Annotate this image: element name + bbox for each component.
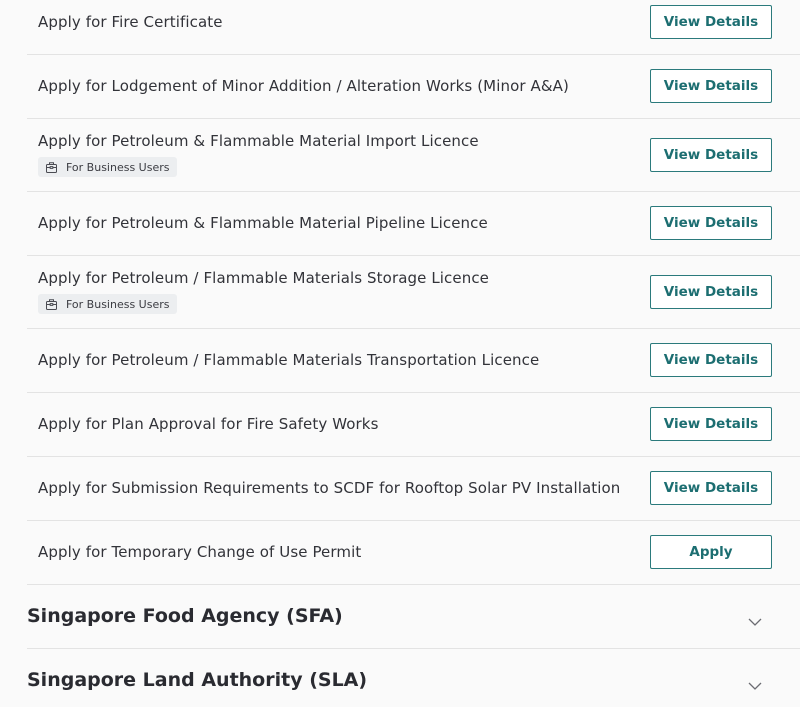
chevron-down-icon[interactable]	[748, 675, 762, 694]
business-users-badge: For Business Users	[38, 294, 177, 314]
service-title: Apply for Petroleum / Flammable Material…	[38, 351, 540, 369]
business-users-badge: For Business Users	[38, 157, 177, 177]
briefcase-icon	[46, 161, 57, 173]
service-label-wrap: Apply for Lodgement of Minor Addition / …	[38, 77, 569, 95]
view-details-button[interactable]: View Details	[650, 69, 772, 103]
service-list: Apply for Fire Certificate View Details …	[27, 0, 800, 585]
service-label-wrap: Apply for Petroleum & Flammable Material…	[38, 132, 479, 177]
service-title: Apply for Submission Requirements to SCD…	[38, 479, 621, 497]
service-title: Apply for Petroleum / Flammable Material…	[38, 269, 489, 287]
badge-label: For Business Users	[66, 160, 170, 174]
badge-label: For Business Users	[66, 297, 170, 311]
agency-accordion-sla[interactable]: Singapore Land Authority (SLA)	[27, 649, 800, 707]
service-label-wrap: Apply for Petroleum / Flammable Material…	[38, 351, 539, 369]
service-row: Apply for Temporary Change of Use Permit…	[27, 521, 800, 585]
apply-button[interactable]: Apply	[650, 535, 772, 569]
view-details-button[interactable]: View Details	[650, 206, 772, 240]
agency-title: Singapore Land Authority (SLA)	[27, 669, 368, 691]
agency-accordion-sfa[interactable]: Singapore Food Agency (SFA)	[27, 585, 800, 649]
service-row: Apply for Plan Approval for Fire Safety …	[27, 393, 800, 457]
service-label-wrap: Apply for Fire Certificate	[38, 13, 223, 31]
service-label-wrap: Apply for Temporary Change of Use Permit	[38, 543, 361, 561]
view-details-button[interactable]: View Details	[650, 5, 772, 39]
service-row: Apply for Petroleum / Flammable Material…	[27, 256, 800, 329]
service-label-wrap: Apply for Plan Approval for Fire Safety …	[38, 415, 379, 433]
service-label-wrap: Apply for Petroleum & Flammable Material…	[38, 214, 488, 232]
service-label-wrap: Apply for Petroleum / Flammable Material…	[38, 269, 489, 314]
service-row: Apply for Petroleum & Flammable Material…	[27, 119, 800, 192]
briefcase-icon	[46, 298, 57, 310]
view-details-button[interactable]: View Details	[650, 275, 772, 309]
service-title: Apply for Plan Approval for Fire Safety …	[38, 415, 379, 433]
service-title: Apply for Petroleum & Flammable Material…	[38, 214, 488, 232]
service-title: Apply for Lodgement of Minor Addition / …	[38, 77, 569, 95]
agency-title: Singapore Food Agency (SFA)	[27, 605, 343, 627]
view-details-button[interactable]: View Details	[650, 471, 772, 505]
service-row: Apply for Petroleum / Flammable Material…	[27, 329, 800, 393]
view-details-button[interactable]: View Details	[650, 138, 772, 172]
service-title: Apply for Fire Certificate	[38, 13, 223, 31]
chevron-down-icon[interactable]	[748, 611, 762, 630]
service-label-wrap: Apply for Submission Requirements to SCD…	[38, 479, 620, 497]
view-details-button[interactable]: View Details	[650, 343, 772, 377]
service-title: Apply for Petroleum & Flammable Material…	[38, 132, 479, 150]
service-row: Apply for Fire Certificate View Details	[27, 0, 800, 55]
service-title: Apply for Temporary Change of Use Permit	[38, 543, 362, 561]
view-details-button[interactable]: View Details	[650, 407, 772, 441]
service-row: Apply for Petroleum & Flammable Material…	[27, 192, 800, 256]
service-row: Apply for Submission Requirements to SCD…	[27, 457, 800, 521]
services-page: Apply for Fire Certificate View Details …	[0, 0, 800, 707]
service-row: Apply for Lodgement of Minor Addition / …	[27, 55, 800, 119]
